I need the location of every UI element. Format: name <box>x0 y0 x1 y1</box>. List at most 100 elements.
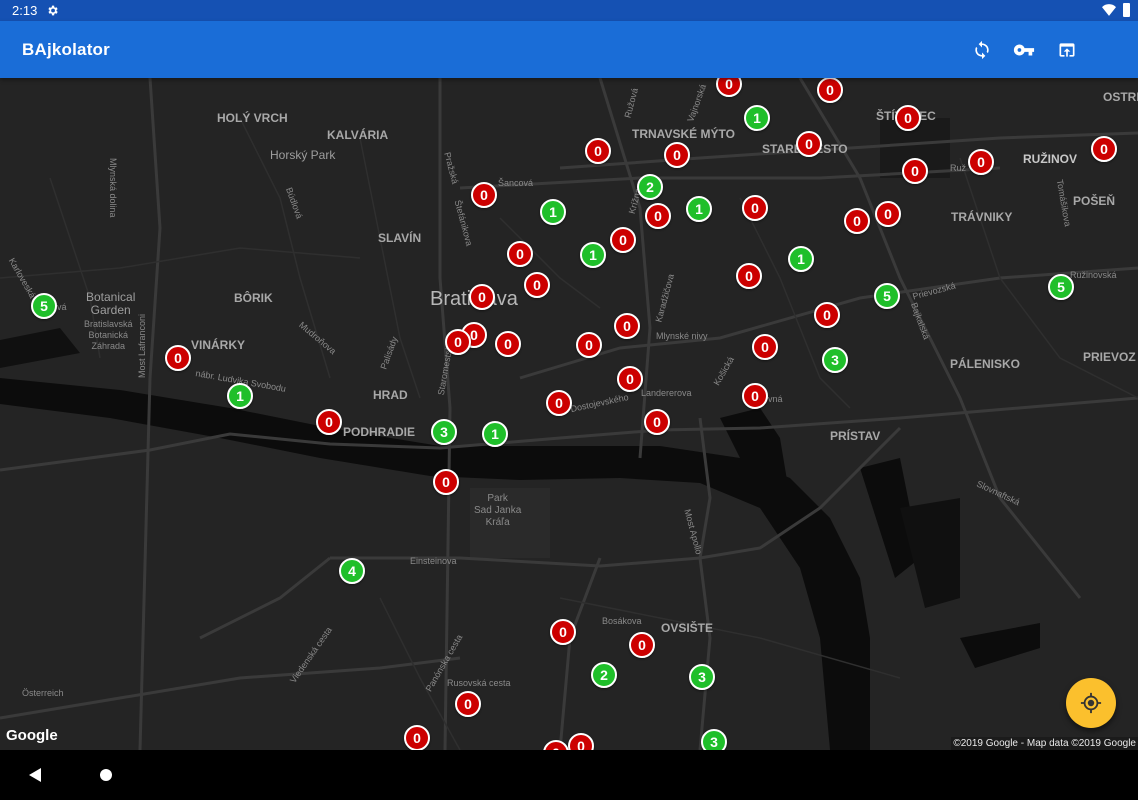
label-vna: vná <box>768 394 783 404</box>
bike-station-marker[interactable]: 1 <box>482 421 508 447</box>
bike-station-marker[interactable]: 1 <box>540 199 566 225</box>
bike-station-marker[interactable]: 5 <box>874 283 900 309</box>
river-arm <box>0 328 80 368</box>
label-ruzinov: RUŽINOV <box>1023 152 1077 166</box>
bike-station-marker[interactable]: 0 <box>445 329 471 355</box>
bike-station-marker[interactable]: 0 <box>610 227 636 253</box>
bike-station-marker[interactable]: 0 <box>507 241 533 267</box>
label-park: Park Sad Janka Kráľa <box>474 493 522 528</box>
map-copyright: ©2019 Google - Map data ©2019 Google <box>951 737 1138 750</box>
bike-station-marker[interactable]: 0 <box>576 332 602 358</box>
bike-station-marker[interactable]: 1 <box>788 246 814 272</box>
bike-station-marker[interactable]: 1 <box>686 196 712 222</box>
label-botanical-garden: Botanical Garden <box>86 290 136 317</box>
bike-station-marker[interactable]: 0 <box>404 725 430 750</box>
bike-station-marker[interactable]: 5 <box>1048 274 1074 300</box>
key-button[interactable] <box>1008 34 1040 66</box>
bike-station-marker[interactable]: 0 <box>165 345 191 371</box>
bike-station-marker[interactable]: 0 <box>968 149 994 175</box>
refresh-icon <box>975 40 989 60</box>
bike-station-marker[interactable]: 0 <box>524 272 550 298</box>
bike-station-marker[interactable]: 3 <box>431 419 457 445</box>
bike-station-marker[interactable]: 0 <box>316 409 342 435</box>
bike-station-marker[interactable]: 0 <box>742 383 768 409</box>
system-nav-bar <box>0 750 1138 800</box>
label-mlynske-nivy: Mlynské nivy <box>656 331 708 341</box>
app-bar: BAjkolator <box>0 21 1138 78</box>
label-osterreich: Österreich <box>22 688 64 698</box>
label-slavin: SLAVÍN <box>378 231 422 245</box>
my-location-button[interactable] <box>1066 678 1116 728</box>
bike-station-marker[interactable]: 0 <box>614 313 640 339</box>
label-rusovska: Rusovská cesta <box>447 678 511 688</box>
bike-station-marker[interactable]: 0 <box>895 105 921 131</box>
label-ostredky: OSTRE <box>1103 90 1138 104</box>
port-dock <box>960 623 1040 668</box>
bike-station-marker[interactable]: 0 <box>1091 136 1117 162</box>
bike-station-marker[interactable]: 2 <box>591 662 617 688</box>
label-palenisko: PÁLENISKO <box>950 357 1021 371</box>
bike-station-marker[interactable]: 0 <box>752 334 778 360</box>
bike-station-marker[interactable]: 0 <box>902 158 928 184</box>
battery-icon <box>1123 3 1130 17</box>
bike-station-marker[interactable]: 0 <box>629 632 655 658</box>
open-in-browser-icon <box>1059 43 1075 57</box>
bike-station-marker[interactable]: 2 <box>637 174 663 200</box>
label-ruzova-dolina: Ruž <box>950 163 967 173</box>
bike-station-marker[interactable]: 0 <box>814 302 840 328</box>
label-botanicka-zahrada: Bratislavská Botanická Záhrada <box>84 319 133 351</box>
label-travniky: TRÁVNIKY <box>951 210 1013 224</box>
bike-station-marker[interactable]: 0 <box>471 182 497 208</box>
bike-station-marker[interactable]: 0 <box>796 131 822 157</box>
bike-station-marker[interactable]: 0 <box>742 195 768 221</box>
bike-station-marker[interactable]: 3 <box>822 347 848 373</box>
bike-station-marker[interactable]: 0 <box>469 284 495 310</box>
bike-station-marker[interactable]: 0 <box>875 201 901 227</box>
bike-station-marker[interactable]: 1 <box>744 105 770 131</box>
bike-station-marker[interactable]: 0 <box>844 208 870 234</box>
label-mlynska-dolina: Mlynská dolina <box>108 158 118 218</box>
label-ruzinovska: Ružinovská <box>1070 270 1117 280</box>
refresh-button[interactable] <box>966 34 998 66</box>
map-view[interactable]: HOLÝ VRCH KALVÁRIA Horský Park TRNAVSKÉ … <box>0 78 1138 750</box>
bike-station-marker[interactable]: 0 <box>546 390 572 416</box>
label-podhradie: PODHRADIE <box>343 425 416 439</box>
bike-station-marker[interactable]: 1 <box>580 242 606 268</box>
bike-station-marker[interactable]: 0 <box>433 469 459 495</box>
bike-station-marker[interactable]: 0 <box>617 366 643 392</box>
bike-station-marker[interactable]: 0 <box>585 138 611 164</box>
label-posen: POŠEŇ <box>1073 194 1116 208</box>
label-landererova: Landererova <box>641 388 692 398</box>
label-most-lafranconi: Most Lafranconi <box>137 313 147 378</box>
night-mode-button[interactable] <box>1093 34 1125 66</box>
bike-station-marker[interactable]: 3 <box>701 729 727 750</box>
label-borik: BÔRIK <box>234 291 273 305</box>
settings-gear-icon <box>48 5 58 16</box>
bike-station-marker[interactable]: 0 <box>736 263 762 289</box>
bike-station-marker[interactable]: 0 <box>455 691 481 717</box>
bike-station-marker[interactable]: 0 <box>644 409 670 435</box>
bike-station-marker[interactable]: 5 <box>31 293 57 319</box>
bike-station-marker[interactable]: 4 <box>339 558 365 584</box>
bike-station-marker[interactable]: 1 <box>227 383 253 409</box>
status-bar: 2:13 <box>0 0 1138 21</box>
label-pristav: PRÍSTAV <box>830 429 881 443</box>
label-trnavske-myto: TRNAVSKÉ MÝTO <box>632 127 735 141</box>
wifi-icon <box>1102 4 1116 16</box>
bike-station-marker[interactable]: 0 <box>645 203 671 229</box>
open-in-browser-button[interactable] <box>1051 34 1083 66</box>
bike-station-marker[interactable]: 0 <box>664 142 690 168</box>
label-hrad: HRAD <box>373 388 408 402</box>
bike-station-marker[interactable]: 3 <box>689 664 715 690</box>
label-sancova: Šancová <box>498 178 534 188</box>
my-location-icon <box>1080 692 1102 714</box>
back-icon[interactable] <box>28 767 42 783</box>
home-icon[interactable] <box>100 769 112 781</box>
bike-station-marker[interactable]: 0 <box>550 619 576 645</box>
bike-station-marker[interactable]: 0 <box>495 331 521 357</box>
bike-station-marker[interactable]: 0 <box>817 78 843 103</box>
map-base <box>0 78 1138 750</box>
label-einsteinova: Einsteinova <box>410 556 457 566</box>
label-bosakova: Bosákova <box>602 616 642 626</box>
app-title: BAjkolator <box>22 40 110 59</box>
